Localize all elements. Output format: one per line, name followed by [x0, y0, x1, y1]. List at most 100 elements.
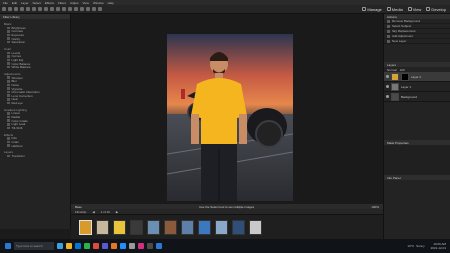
prev-page-icon[interactable]: ◀ [92, 210, 94, 214]
menu-edit[interactable]: Edit [12, 1, 17, 5]
clock[interactable]: 10:06 AM 2021-12-01 [431, 242, 446, 250]
pan-tool-icon[interactable] [2, 7, 6, 11]
menu-adjust[interactable]: Adjust [70, 1, 78, 5]
taskbar-search[interactable]: Type here to search [14, 242, 54, 250]
filmstrip-tab[interactable]: Filmstrip [75, 210, 86, 214]
visibility-eye-icon[interactable] [386, 85, 389, 88]
transform-tool-icon[interactable] [80, 7, 84, 11]
weather-temp: 19°C [407, 244, 415, 248]
red-eye-tool-icon[interactable] [86, 7, 90, 11]
next-page-icon[interactable]: ▶ [116, 210, 118, 214]
taskbar-app-icon[interactable] [75, 243, 81, 249]
layer-row[interactable]: Layer 1 [384, 82, 450, 92]
filmstrip-thumbnail[interactable] [164, 220, 177, 235]
undo-icon[interactable] [92, 7, 96, 11]
filmstrip-thumbnail[interactable] [249, 220, 262, 235]
filter-icon [7, 154, 10, 158]
shape-tool-icon[interactable] [56, 7, 60, 11]
filter-item[interactable]: Tilt-Shift [0, 126, 70, 130]
filter-icon [7, 76, 10, 79]
clone-tool-icon[interactable] [38, 7, 42, 11]
layer-thumbnail [391, 72, 399, 81]
filter-label: Tilt-Shift [11, 125, 23, 130]
menu-window[interactable]: Window [93, 1, 104, 5]
taskbar-app-icon[interactable] [93, 243, 99, 249]
filmstrip-thumbnail[interactable] [181, 220, 194, 235]
filter-icon [7, 126, 10, 130]
filter-icon [7, 30, 10, 33]
taskbar-app-icon[interactable] [138, 243, 144, 249]
menu-view[interactable]: View [83, 1, 89, 5]
action-label: Remove Background [392, 19, 421, 23]
taskbar-app-icon[interactable] [156, 243, 162, 249]
mode-media-button[interactable]: Media [386, 7, 403, 12]
filter-icon [7, 37, 10, 40]
visibility-eye-icon[interactable] [386, 95, 389, 98]
filter-icon [7, 90, 10, 94]
eye-icon [407, 7, 412, 11]
mode-develop-button[interactable]: Develop [426, 7, 446, 12]
filter-item[interactable]: Transform [0, 154, 70, 158]
taskbar-app-icon[interactable] [120, 243, 126, 249]
taskbar-app-icon[interactable] [66, 243, 72, 249]
filmstrip-thumbnail[interactable] [147, 220, 160, 235]
taskbar-app-icon[interactable] [84, 243, 90, 249]
filter-item[interactable]: Halftone [0, 144, 70, 148]
photo-canvas[interactable] [167, 34, 293, 201]
filter-item[interactable]: Saturation [0, 40, 70, 44]
filter-icon [7, 51, 10, 55]
filmstrip-thumbnail[interactable] [232, 220, 245, 235]
filmstrip-thumbnail[interactable] [198, 220, 211, 235]
taskbar-app-icon[interactable] [111, 243, 117, 249]
info-title: Info Panel [384, 175, 450, 180]
menu-help[interactable]: Help [108, 1, 114, 5]
zoom-tool-icon[interactable] [8, 7, 12, 11]
filter-icon [7, 33, 10, 37]
layer-thumbnail [391, 92, 399, 101]
fill-tool-icon[interactable] [68, 7, 72, 11]
menu-filters[interactable]: Filters [58, 1, 66, 5]
layer-name: Layer 1 [401, 84, 412, 89]
menu-file[interactable]: File [3, 1, 8, 5]
brush-tool-icon[interactable] [26, 7, 30, 11]
eyedropper-tool-icon[interactable] [74, 7, 78, 11]
filter-icon [7, 83, 10, 87]
taskbar-app-icon[interactable] [102, 243, 108, 249]
menu-layer[interactable]: Layer [21, 1, 29, 5]
taskbar: Type here to search 19°C Sunny 10:06 AM … [0, 239, 450, 253]
eraser-tool-icon[interactable] [32, 7, 36, 11]
canvas-area[interactable] [71, 14, 383, 204]
clock-date: 2021-12-01 [430, 246, 446, 250]
menu-effects[interactable]: Effects [45, 1, 54, 5]
redo-icon[interactable] [98, 7, 102, 11]
filmstrip-thumbnail[interactable] [215, 220, 228, 235]
opacity-value[interactable]: 100 [400, 68, 405, 72]
filmstrip-thumbnail[interactable] [79, 220, 92, 235]
taskbar-app-icon[interactable] [129, 243, 135, 249]
filmstrip-thumbnail[interactable] [130, 220, 143, 235]
filmstrip-thumbnail[interactable] [113, 220, 126, 235]
layer-name: Layer 2 [411, 74, 422, 79]
windows-start-icon[interactable] [5, 243, 11, 249]
layer-mask-thumbnail[interactable] [401, 72, 409, 81]
filter-item[interactable]: Red-eye [0, 101, 70, 105]
mode-view-button[interactable]: View [407, 7, 421, 12]
taskbar-app-icon[interactable] [57, 243, 63, 249]
select-tool-icon[interactable] [14, 7, 18, 11]
mode-manage-button[interactable]: Manage [362, 7, 382, 12]
heal-tool-icon[interactable] [44, 7, 48, 11]
filter-item[interactable]: White Balance [0, 65, 70, 69]
layer-row[interactable]: Background [384, 92, 450, 102]
menu-select[interactable]: Select [33, 1, 41, 5]
filter-icon [7, 94, 10, 97]
gradient-tool-icon[interactable] [62, 7, 66, 11]
layer-row[interactable]: Layer 2 [384, 72, 450, 82]
crop-tool-icon[interactable] [20, 7, 24, 11]
filmstrip-thumbnail[interactable] [96, 220, 109, 235]
blend-mode-select[interactable]: Normal [387, 68, 397, 72]
taskbar-app-icon[interactable] [147, 243, 153, 249]
zoom-level[interactable]: 100% [371, 205, 379, 209]
text-tool-icon[interactable] [50, 7, 54, 11]
action-label: Sky Replacement [392, 29, 416, 33]
visibility-eye-icon[interactable] [386, 75, 389, 78]
